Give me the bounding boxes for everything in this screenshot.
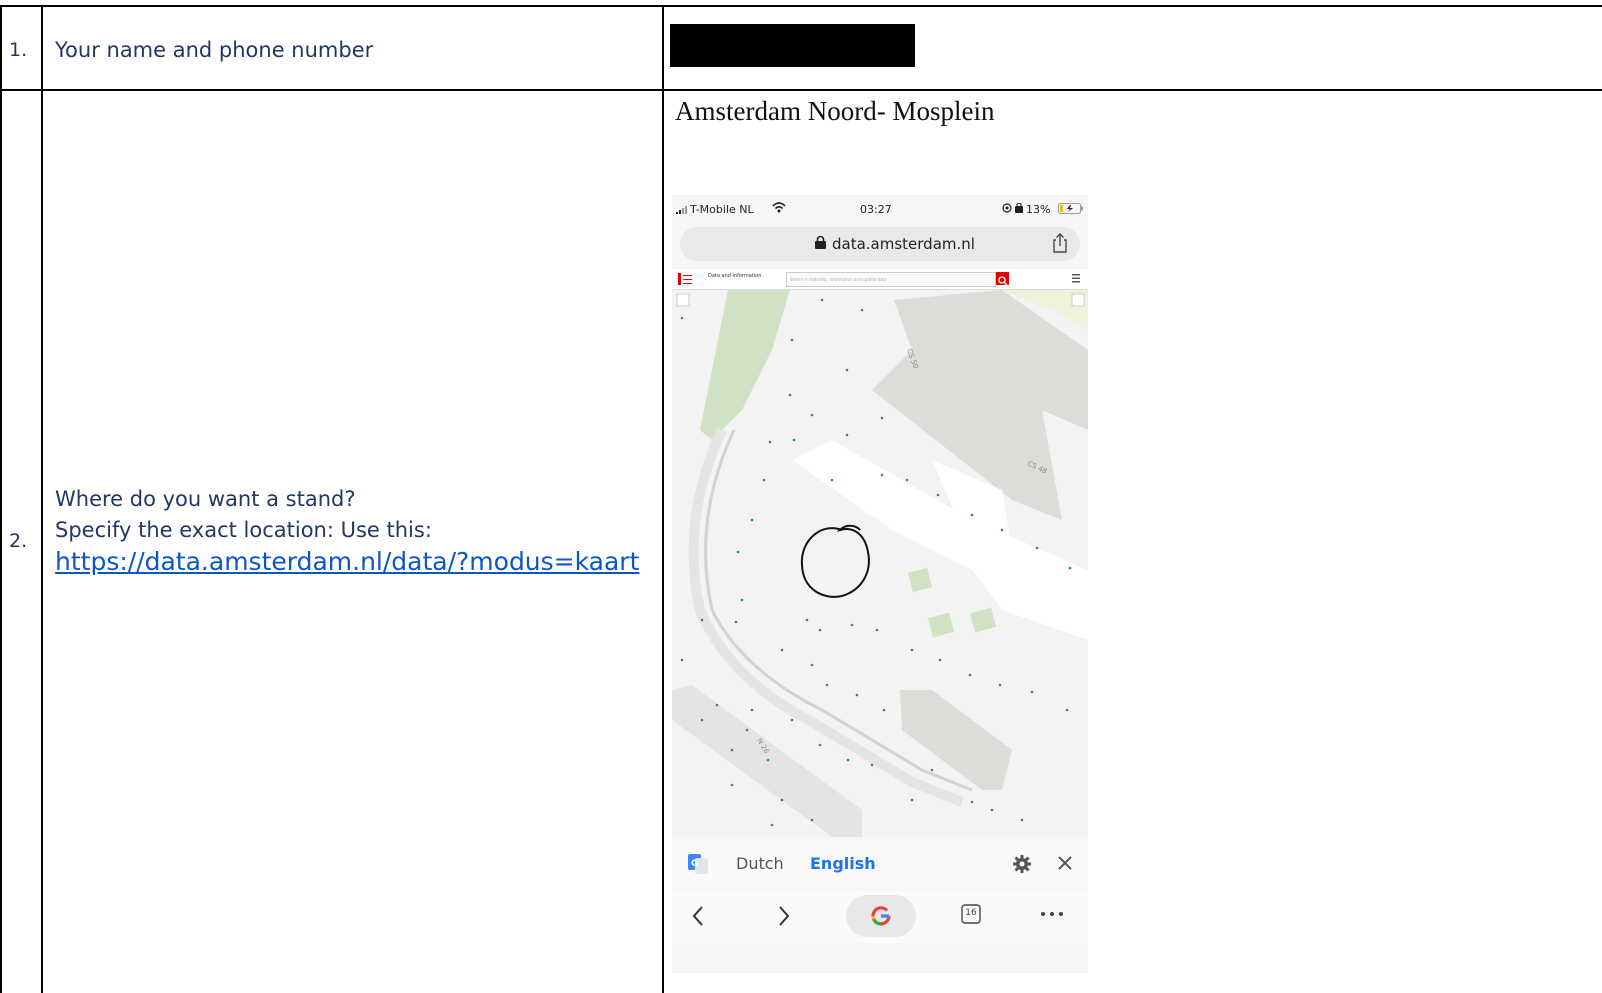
question-location-line-1: Where do you want a stand? [55,487,356,511]
amsterdam-logo-icon [678,273,692,285]
table-row-divider [0,89,1602,91]
carrier-name: T-Mobile NL [690,203,754,216]
lock-icon [815,236,826,249]
google-translate-icon: G [688,854,708,874]
map-collapse-button[interactable] [676,293,690,307]
map-expand-button[interactable] [1071,293,1085,307]
site-search-placeholder: Search in datasets, information and spat… [790,277,887,282]
svg-text:G: G [691,859,698,869]
location-icon [1002,203,1012,216]
question-name-phone: Your name and phone number [55,38,374,62]
form-table: 1. Your name and phone number 2. Where d… [0,0,1602,993]
browser-url-bar[interactable]: data.amsterdam.nl [680,227,1080,261]
status-bar: T-Mobile NL 03:27 13% [672,195,1088,223]
battery-icon [1058,203,1084,217]
close-icon[interactable] [1056,854,1074,872]
menu-icon[interactable] [1072,274,1080,283]
share-icon[interactable] [1052,233,1068,253]
question-location-line-2: Specify the exact location: Use this: [55,518,432,542]
google-g-icon [871,906,891,926]
translate-bar: G Dutch English [672,840,1088,888]
wifi-icon [772,201,786,216]
tab-count: 16 [965,908,977,918]
redacted-answer [670,24,915,67]
lock-rotation-icon [1015,202,1023,216]
row-number-1: 1. [9,39,28,61]
google-button[interactable] [846,895,916,937]
site-search-button[interactable] [996,272,1009,286]
map-link[interactable]: https://data.amsterdam.nl/data/?modus=ka… [55,546,639,577]
table-border-left [0,5,2,993]
site-search-input[interactable]: Search in datasets, information and spat… [786,272,996,287]
more-options-icon[interactable] [1040,911,1064,917]
site-header: Data and information Search in datasets,… [672,269,1088,290]
table-number-divider [41,5,43,993]
battery-percent: 13% [1026,203,1051,216]
back-arrow-icon[interactable] [690,903,706,929]
url-text: data.amsterdam.nl [832,235,975,253]
row-number-2: 2. [9,530,28,552]
browser-toolbar: 16 [672,891,1088,943]
clock: 03:27 [860,203,892,216]
question-location: Where do you want a stand? Specify the e… [55,484,639,577]
gear-icon[interactable] [1012,854,1032,874]
translate-source-language[interactable]: Dutch [736,854,784,873]
table-border-top [0,5,1602,7]
phone-screenshot: T-Mobile NL 03:27 13% data.amsterdam.nl … [672,195,1088,973]
search-icon [998,276,1008,286]
table-column-divider [662,5,664,993]
map-view[interactable]: CS 50 CS 48 N 26 [672,290,1088,837]
signal-icon [676,204,688,217]
site-name: Data and information [708,273,762,279]
forward-arrow-icon[interactable] [776,903,792,929]
answer-location-title: Amsterdam Noord- Mosplein [675,96,995,126]
translate-target-language[interactable]: English [810,854,876,873]
